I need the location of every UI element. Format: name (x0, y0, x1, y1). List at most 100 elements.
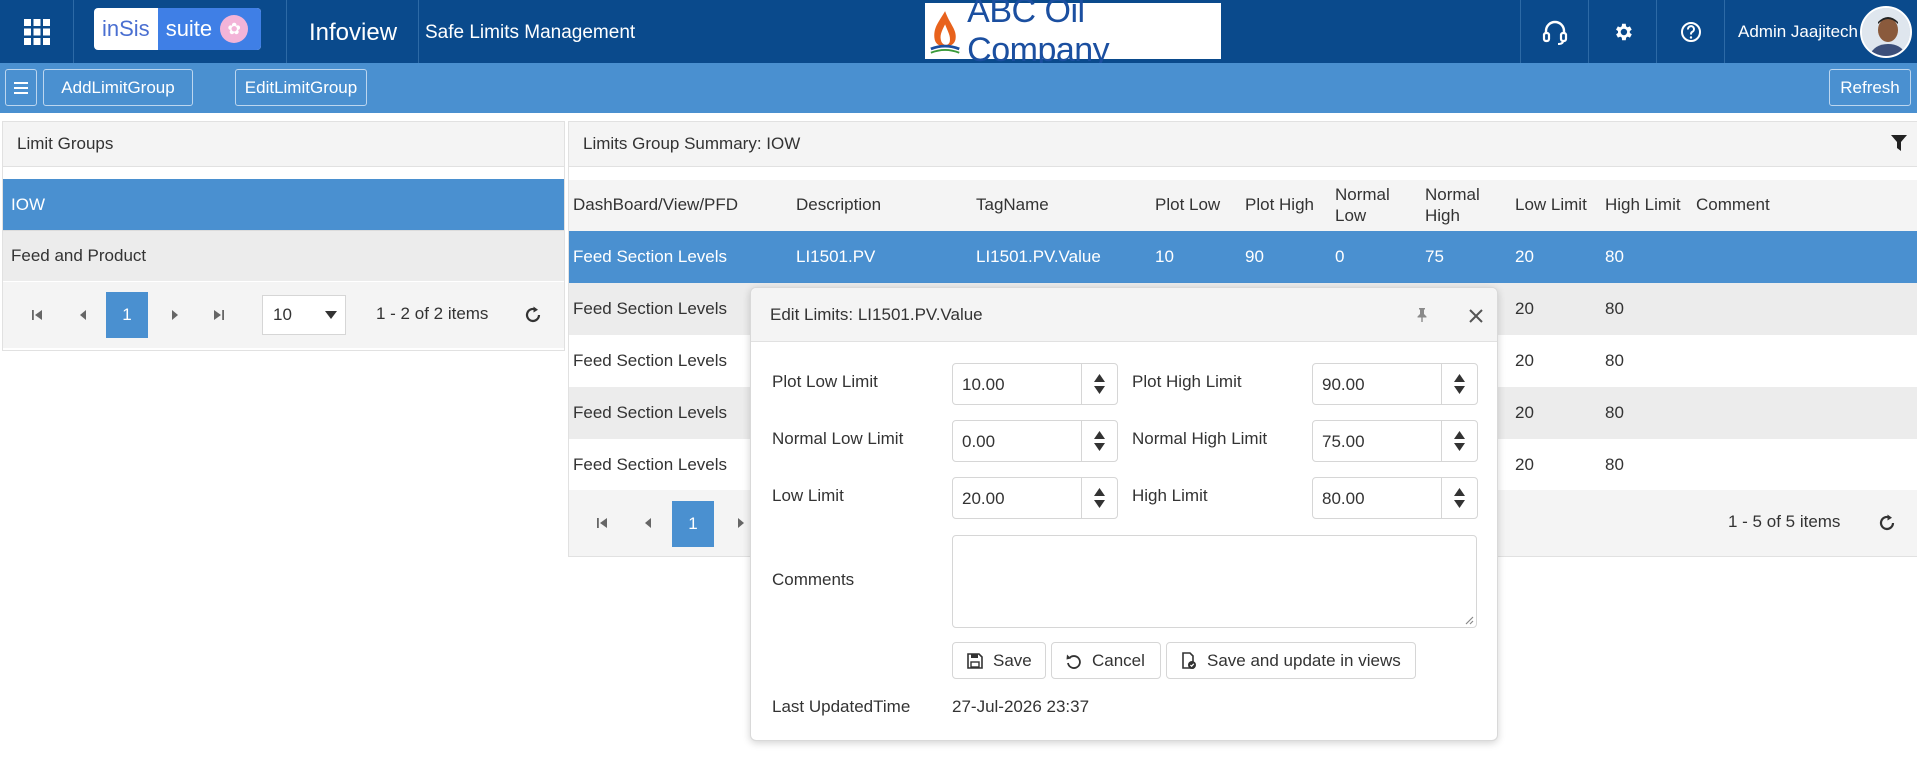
high-limit-input[interactable]: 80.00 (1312, 477, 1478, 519)
low-limit-value: 20.00 (962, 489, 1005, 508)
previous-page-icon[interactable] (638, 513, 658, 533)
support-button[interactable] (1520, 0, 1588, 63)
comments-label: Comments (772, 570, 855, 589)
user-name[interactable]: Admin Jaajitech (1738, 22, 1858, 42)
logo-suite-text: suite (165, 16, 213, 41)
high-limit-label: High Limit (1132, 486, 1208, 505)
cell-description: LI1501.PV (796, 247, 876, 266)
low-limit-stepper[interactable] (1081, 478, 1117, 518)
low-limit-input[interactable]: 20.00 (952, 477, 1118, 519)
add-limit-group-button[interactable]: AddLimitGroup (43, 69, 193, 106)
plot-high-stepper[interactable] (1441, 364, 1477, 404)
spin-up-icon[interactable] (1094, 488, 1105, 496)
menu-toggle-button[interactable] (5, 69, 37, 106)
save-button[interactable]: Save (952, 642, 1046, 679)
table-row[interactable]: Feed Section Levels LI1501.PV LI1501.PV.… (569, 231, 1917, 283)
high-limit-stepper[interactable] (1441, 478, 1477, 518)
comments-textarea[interactable] (952, 535, 1477, 628)
settings-button[interactable] (1588, 0, 1656, 63)
resize-handle-icon[interactable] (1464, 615, 1474, 625)
spin-up-icon[interactable] (1454, 374, 1465, 382)
cell-low-limit: 20 (1515, 351, 1534, 370)
column-header-normal-high[interactable]: Normal High (1425, 180, 1491, 231)
spin-down-icon[interactable] (1454, 386, 1465, 394)
list-item[interactable]: Feed and Product (3, 230, 564, 281)
next-page-icon[interactable] (165, 305, 185, 325)
first-page-icon[interactable] (27, 305, 47, 325)
column-header-plot-high[interactable]: Plot High (1245, 180, 1314, 231)
first-page-icon[interactable] (592, 513, 612, 533)
normal-high-limit-value: 75.00 (1322, 432, 1365, 451)
avatar[interactable] (1860, 6, 1912, 58)
column-header-tagname[interactable]: TagName (976, 180, 1049, 231)
app-launcher-button[interactable] (0, 0, 74, 63)
limits-summary-title: Limits Group Summary: IOW (569, 122, 1917, 167)
last-page-icon[interactable] (209, 305, 229, 325)
current-page-button[interactable]: 1 (106, 292, 148, 338)
page-size-select[interactable]: 10 (262, 295, 346, 335)
document-update-icon (1182, 651, 1196, 669)
plot-low-limit-input[interactable]: 10.00 (952, 363, 1118, 405)
cell-dashboard: Feed Section Levels (573, 299, 728, 318)
spin-up-icon[interactable] (1094, 374, 1105, 382)
undo-icon (1066, 654, 1081, 669)
pin-icon[interactable] (1415, 307, 1429, 328)
plot-high-limit-input[interactable]: 90.00 (1312, 363, 1478, 405)
normal-high-limit-input[interactable]: 75.00 (1312, 420, 1478, 462)
plot-low-limit-label: Plot Low Limit (772, 372, 878, 391)
spin-down-icon[interactable] (1094, 386, 1105, 394)
column-header-high-limit[interactable]: High Limit (1605, 180, 1681, 231)
headset-icon (1542, 20, 1567, 45)
cell-normal-high: 75 (1425, 247, 1444, 266)
spin-up-icon[interactable] (1454, 431, 1465, 439)
spin-down-icon[interactable] (1094, 500, 1105, 508)
save-and-update-button[interactable]: Save and update in views (1166, 642, 1416, 679)
gear-icon (1615, 23, 1632, 40)
reload-icon[interactable] (522, 304, 544, 326)
normal-low-stepper[interactable] (1081, 421, 1117, 461)
cell-tagname: LI1501.PV.Value (976, 247, 1101, 266)
close-icon[interactable] (1469, 308, 1483, 328)
filter-icon[interactable] (1891, 134, 1907, 157)
help-icon (1680, 21, 1701, 42)
plot-low-stepper[interactable] (1081, 364, 1117, 404)
spin-down-icon[interactable] (1094, 443, 1105, 451)
toolbar: AddLimitGroup EditLimitGroup Refresh (0, 63, 1917, 113)
flower-icon: ✿ (220, 15, 249, 43)
spin-down-icon[interactable] (1454, 443, 1465, 451)
spin-up-icon[interactable] (1454, 488, 1465, 496)
summary-title-text: Limits Group Summary: IOW (583, 134, 801, 153)
spin-up-icon[interactable] (1094, 431, 1105, 439)
refresh-button[interactable]: Refresh (1829, 69, 1911, 106)
edit-limits-dialog: Edit Limits: LI1501.PV.Value Plot Low Li… (750, 287, 1498, 741)
column-header-low-limit[interactable]: Low Limit (1515, 180, 1587, 231)
column-header-dashboard[interactable]: DashBoard/View/PFD (573, 180, 738, 231)
page-size-value: 10 (273, 305, 292, 324)
cell-dashboard: Feed Section Levels (573, 247, 728, 266)
help-button[interactable] (1656, 0, 1724, 63)
previous-page-icon[interactable] (73, 305, 93, 325)
page-title: Safe Limits Management (425, 22, 636, 43)
next-page-icon[interactable] (731, 513, 751, 533)
edit-limit-group-button[interactable]: EditLimitGroup (235, 69, 367, 106)
list-item[interactable]: IOW (3, 179, 564, 230)
column-header-comment[interactable]: Comment (1696, 180, 1770, 231)
normal-low-limit-input[interactable]: 0.00 (952, 420, 1118, 462)
cell-high-limit: 80 (1605, 247, 1624, 266)
column-header-plot-low[interactable]: Plot Low (1155, 180, 1220, 231)
cell-dashboard: Feed Section Levels (573, 455, 728, 474)
insis-suite-logo[interactable]: inSis suite ✿ (94, 8, 261, 50)
spin-down-icon[interactable] (1454, 500, 1465, 508)
current-page-button[interactable]: 1 (672, 501, 714, 547)
normal-high-stepper[interactable] (1441, 421, 1477, 461)
company-name: ABC Oil Company (967, 0, 1110, 69)
reload-icon[interactable] (1876, 512, 1898, 534)
cell-low-limit: 20 (1515, 403, 1534, 422)
column-header-description[interactable]: Description (796, 180, 881, 231)
save-label: Save (993, 650, 1032, 670)
oil-flame-icon (930, 11, 960, 54)
normal-low-limit-label: Normal Low Limit (772, 429, 904, 448)
cell-plot-high: 90 (1245, 247, 1264, 266)
cancel-button[interactable]: Cancel (1051, 642, 1161, 679)
column-header-normal-low[interactable]: Normal Low (1335, 180, 1401, 231)
